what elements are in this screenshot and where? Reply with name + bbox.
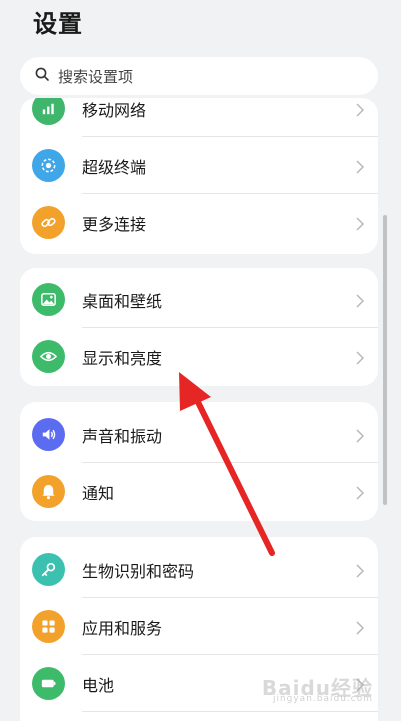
settings-item-biometrics-password[interactable]: 生物识别和密码 <box>20 541 378 598</box>
settings-item-sound-vibration[interactable]: 声音和振动 <box>20 406 378 463</box>
chevron-right-icon <box>354 102 366 117</box>
super-device-icon <box>32 149 65 182</box>
settings-item-wallpaper[interactable]: 桌面和壁纸 <box>20 271 378 328</box>
page-title: 设置 <box>33 10 83 38</box>
settings-item-super-device[interactable]: 超级终端 <box>20 137 378 194</box>
bell-icon <box>32 475 65 508</box>
settings-item-label: 移动网络 <box>82 100 147 120</box>
settings-item-apps-services[interactable]: 应用和服务 <box>20 598 378 655</box>
chevron-right-icon <box>354 159 366 174</box>
wallpaper-icon <box>32 283 65 316</box>
settings-item-more-connections[interactable]: 更多连接 <box>20 194 378 251</box>
apps-icon <box>32 610 65 643</box>
settings-item-notifications[interactable]: 通知 <box>20 463 378 520</box>
search-bar[interactable]: 搜索设置项 <box>20 57 378 95</box>
watermark-sub: jingyan.baidu.com <box>272 694 373 704</box>
settings-item-display-brightness[interactable]: 显示和亮度 <box>20 328 378 385</box>
chevron-right-icon <box>354 485 366 500</box>
volume-icon <box>32 418 65 451</box>
settings-item-label: 更多连接 <box>82 214 147 234</box>
chevron-right-icon <box>354 293 366 308</box>
battery-icon <box>32 667 65 700</box>
watermark: Baidu经验 jingyan.baidu.com <box>262 672 373 704</box>
settings-item-label: 电池 <box>82 675 115 695</box>
chevron-right-icon <box>354 563 366 578</box>
settings-item-label: 声音和振动 <box>82 426 163 446</box>
search-input[interactable]: 搜索设置项 <box>58 66 133 87</box>
settings-item-label: 桌面和壁纸 <box>82 291 163 311</box>
settings-group-sound-notifications: 声音和振动 通知 <box>20 402 378 521</box>
settings-group-connectivity: 移动网络 超级终端 更多连接 <box>20 98 378 254</box>
settings-item-mobile-network[interactable]: 移动网络 <box>20 98 378 137</box>
divider <box>82 711 378 712</box>
eye-icon <box>32 340 65 373</box>
chevron-right-icon <box>354 620 366 635</box>
settings-group-display: 桌面和壁纸 显示和亮度 <box>20 268 378 386</box>
link-icon <box>32 206 65 239</box>
search-icon <box>34 66 50 86</box>
settings-item-label: 通知 <box>82 483 115 503</box>
chevron-right-icon <box>354 216 366 231</box>
settings-item-label: 超级终端 <box>82 157 147 177</box>
settings-item-label: 生物识别和密码 <box>82 561 195 581</box>
key-icon <box>32 553 65 586</box>
chevron-right-icon <box>354 350 366 365</box>
chevron-right-icon <box>354 428 366 443</box>
settings-item-label: 显示和亮度 <box>82 348 163 368</box>
mobile-network-icon <box>32 98 65 125</box>
scrollbar[interactable] <box>383 215 387 505</box>
settings-item-label: 应用和服务 <box>82 618 163 638</box>
